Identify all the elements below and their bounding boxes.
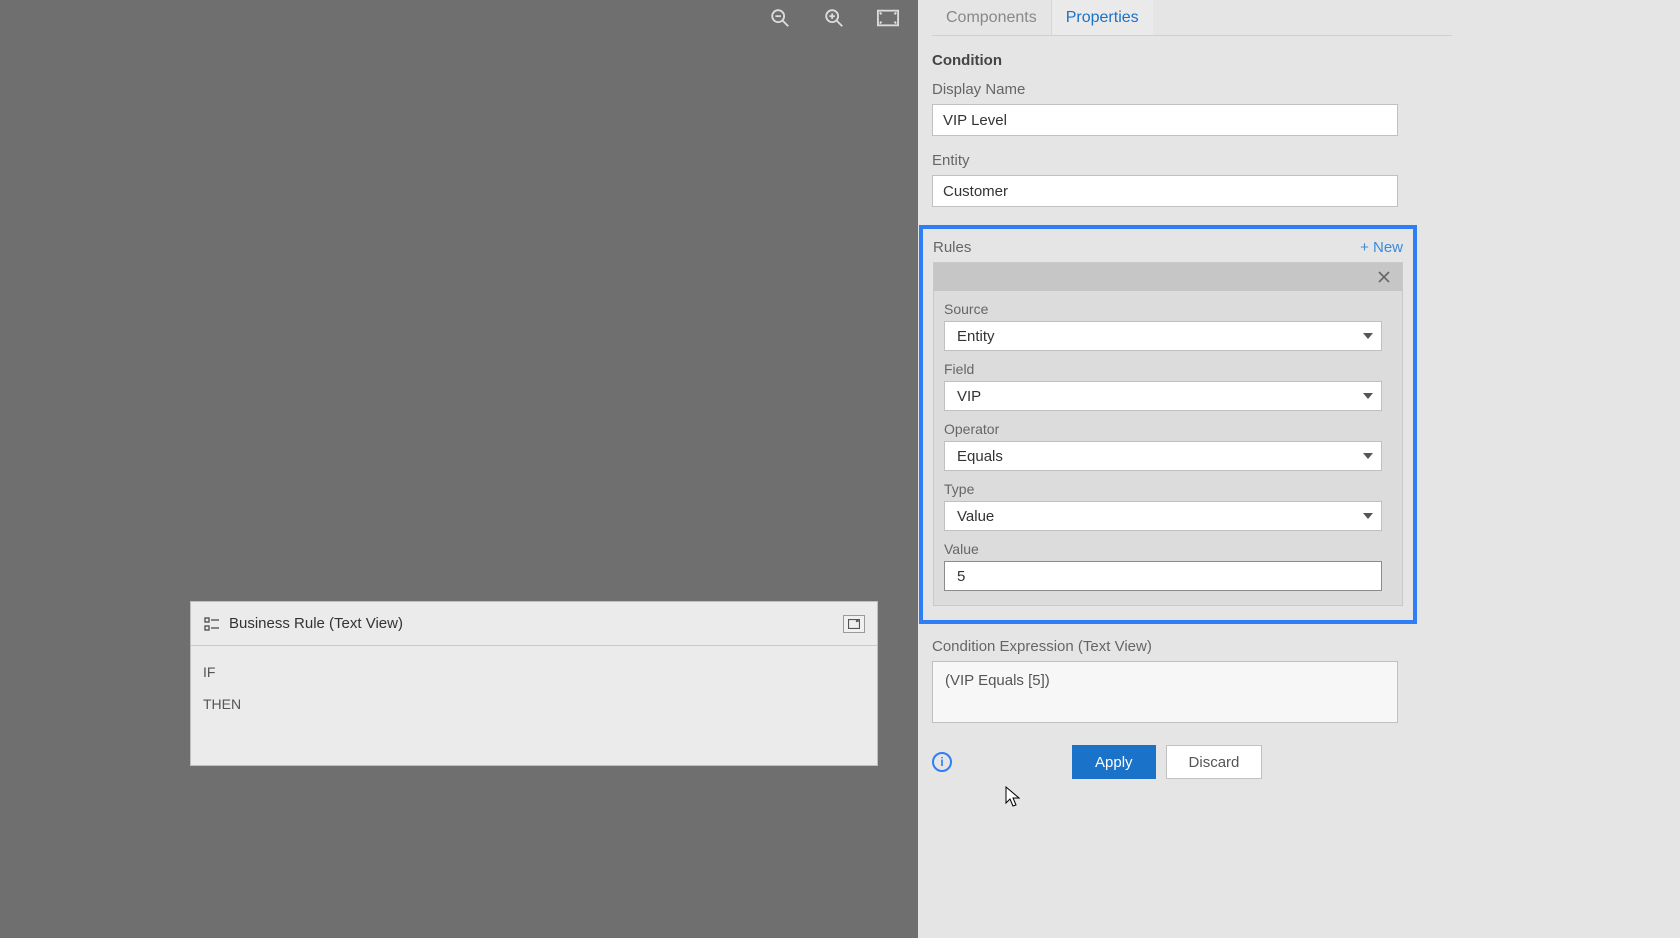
close-rule-icon[interactable] [1374, 267, 1394, 287]
rule-card: Source Entity Field VIP Operator Equals [933, 262, 1403, 606]
source-label: Source [944, 301, 1392, 317]
type-label: Type [944, 481, 1392, 497]
zoom-out-icon[interactable] [768, 6, 792, 30]
designer-canvas[interactable]: Business Rule (Text View) IF THEN [0, 0, 918, 938]
discard-button[interactable]: Discard [1166, 745, 1263, 779]
rule-if-line: IF [203, 664, 865, 680]
type-value: Value [957, 508, 994, 525]
info-icon[interactable]: i [932, 752, 952, 772]
condition-expr-label: Condition Expression (Text View) [932, 638, 1452, 655]
rules-section: Rules + New Source Entity [919, 225, 1417, 624]
display-name-label: Display Name [932, 81, 1452, 98]
fit-to-screen-icon[interactable] [876, 6, 900, 30]
properties-pane: Components Properties Condition Display … [918, 0, 1680, 938]
entity-label: Entity [932, 152, 1452, 169]
rules-label: Rules [933, 239, 971, 256]
tab-components[interactable]: Components [932, 0, 1052, 35]
apply-button[interactable]: Apply [1072, 745, 1156, 779]
condition-expr-box: (VIP Equals [5]) [932, 661, 1398, 723]
operator-value: Equals [957, 448, 1003, 465]
field-label: Field [944, 361, 1392, 377]
source-select[interactable]: Entity [944, 321, 1382, 351]
side-tabs: Components Properties [932, 0, 1452, 36]
condition-section-title: Condition [932, 52, 1452, 69]
expand-panel-icon[interactable] [843, 615, 865, 633]
add-rule-button[interactable]: + New [1360, 239, 1403, 256]
field-value: VIP [957, 388, 981, 405]
display-name-input[interactable] [932, 104, 1398, 136]
operator-label: Operator [944, 421, 1392, 437]
canvas-toolbar [768, 6, 900, 30]
condition-expr-text: (VIP Equals [5]) [945, 672, 1050, 689]
business-rule-panel-title: Business Rule (Text View) [229, 615, 403, 632]
zoom-in-icon[interactable] [822, 6, 846, 30]
rule-then-line: THEN [203, 696, 865, 712]
field-select[interactable]: VIP [944, 381, 1382, 411]
entity-input[interactable] [932, 175, 1398, 207]
operator-select[interactable]: Equals [944, 441, 1382, 471]
type-select[interactable]: Value [944, 501, 1382, 531]
textview-icon [203, 615, 221, 633]
value-input[interactable] [944, 561, 1382, 591]
tab-properties[interactable]: Properties [1052, 0, 1153, 35]
business-rule-text-panel: Business Rule (Text View) IF THEN [190, 601, 878, 766]
value-label: Value [944, 541, 1392, 557]
source-value: Entity [957, 328, 995, 345]
